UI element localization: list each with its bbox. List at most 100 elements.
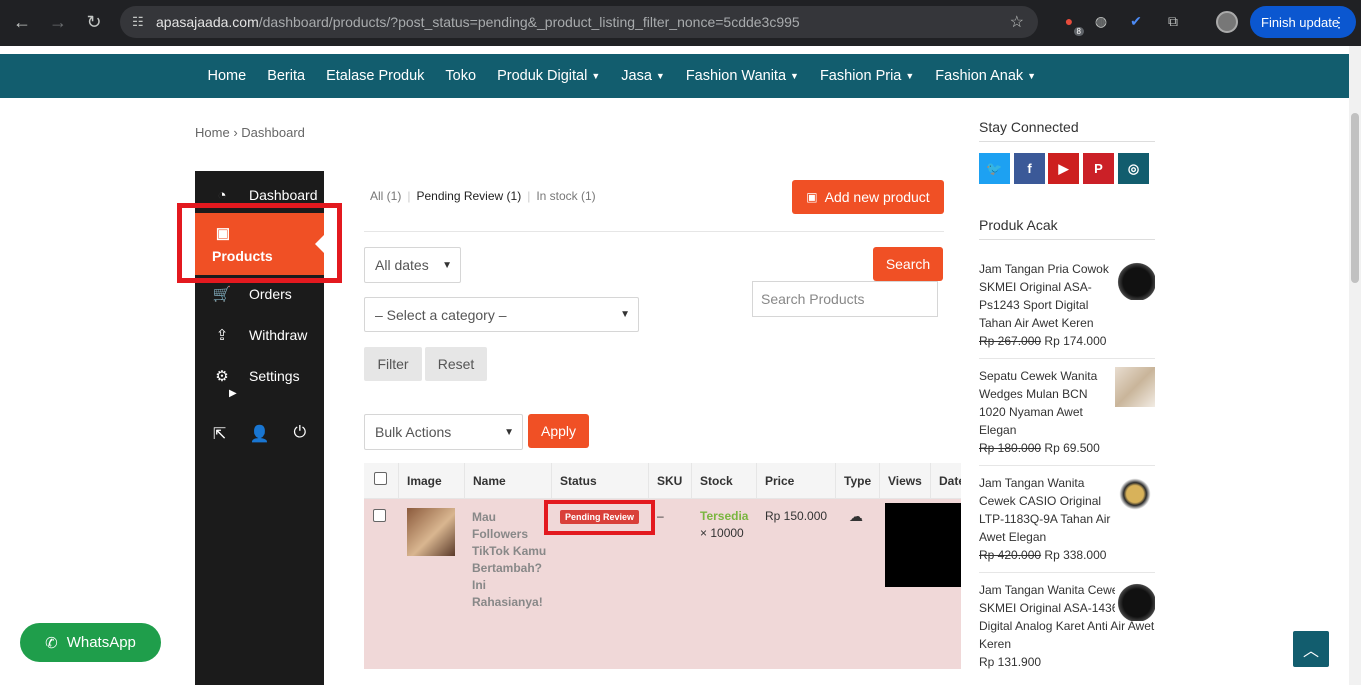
sidebar-product-item[interactable]: Jam Tangan Pria Cowok SKMEI Original ASA… (979, 260, 1155, 350)
nav-item-jasa[interactable]: Jasa ▼ (621, 68, 665, 84)
tab-in-stock[interactable]: In stock (1) (536, 189, 595, 203)
header-views[interactable]: Views (880, 463, 931, 499)
puzzle-icon[interactable]: ⧉ (1162, 10, 1184, 32)
product-name-link[interactable]: Mau Followers TikTok Kamu Bertambah? Ini… (472, 509, 550, 611)
header-type[interactable]: Type (836, 463, 880, 499)
tab-all[interactable]: All (1) (370, 189, 401, 203)
shield-extension-icon[interactable]: ✔ (1125, 10, 1147, 32)
menu-withdraw-label: Withdraw (249, 327, 308, 343)
sidebar-product-image[interactable] (1115, 260, 1155, 300)
sidebar-product-title[interactable]: Sepatu Cewek Wanita Wedges Mulan BCN 102… (979, 367, 1114, 439)
nav-item-fashion-wanita[interactable]: Fashion Wanita ▼ (686, 68, 799, 84)
cloud-icon: ☁ (849, 508, 863, 524)
filter-button-label: Filter (377, 356, 409, 372)
sidebar-product-image[interactable] (1115, 581, 1155, 621)
briefcase-icon: ▣ (806, 190, 818, 204)
instagram-icon[interactable]: ◎ (1118, 153, 1149, 184)
address-bar[interactable]: ☷ apasajaada.com/dashboard/products/?pos… (120, 6, 1038, 38)
sidebar-product-title[interactable]: Jam Tangan Wanita Cewek CASIO Original L… (979, 474, 1114, 546)
sidebar-product-item[interactable]: Jam Tangan Wanita Cewek CASIO Original L… (979, 474, 1155, 564)
nav-item-produk-digital[interactable]: Produk Digital ▼ (497, 68, 600, 84)
external-link-icon[interactable]: ⇱ (213, 424, 226, 444)
breadcrumb-home[interactable]: Home (195, 125, 230, 140)
menu-orders-label: Orders (249, 286, 292, 302)
header-sku[interactable]: SKU (649, 463, 692, 499)
whatsapp-button[interactable]: ✆ WhatsApp (20, 623, 161, 662)
dashboard-gauge-icon: ◔ (217, 186, 227, 204)
filter-button[interactable]: Filter (364, 347, 422, 381)
bulk-actions-select[interactable]: Bulk Actions ▼ (364, 414, 523, 450)
add-new-product-button[interactable]: ▣ Add new product (792, 180, 944, 214)
reload-icon[interactable]: ↻ (76, 4, 112, 40)
profile-avatar[interactable] (1216, 11, 1238, 33)
category-select[interactable]: – Select a category – ▼ (364, 297, 639, 332)
header-image[interactable]: Image (399, 463, 465, 499)
extension-badge: 8 (1073, 27, 1084, 36)
upload-icon: ⇪ (215, 327, 229, 344)
nav-item-fashion-anak[interactable]: Fashion Anak ▼ (935, 68, 1036, 84)
back-icon[interactable]: ← (4, 4, 40, 40)
sidebar-product-old-price: Rp 180.000 (979, 441, 1042, 455)
url-host: apasajaada.com (156, 14, 259, 30)
header-name[interactable]: Name (465, 463, 552, 499)
select-all-checkbox[interactable] (374, 472, 387, 485)
whatsapp-label: WhatsApp (66, 634, 136, 651)
nav-item-etalase-produk[interactable]: Etalase Produk (326, 68, 424, 84)
sidebar-product-item[interactable]: Sepatu Cewek Wanita Wedges Mulan BCN 102… (979, 367, 1155, 457)
sidebar-product-image[interactable] (1115, 367, 1155, 407)
sidebar-product-title[interactable]: Jam Tangan Pria Cowok SKMEI Original ASA… (979, 260, 1114, 332)
reset-button[interactable]: Reset (425, 347, 487, 381)
sidebar-product-item[interactable]: Jam Tangan Wanita Cewek SKMEI Original A… (979, 581, 1155, 671)
globe-extension-icon[interactable]: ◍ (1090, 10, 1112, 32)
search-button[interactable]: Search (873, 247, 943, 281)
breadcrumb-current: Dashboard (241, 125, 305, 140)
row-checkbox[interactable] (373, 509, 386, 522)
finish-update-button[interactable]: Finish update ⋮ (1250, 6, 1356, 38)
caret-down-icon: ▼ (591, 71, 601, 81)
dates-select-value: All dates (375, 257, 429, 273)
nav-item-home[interactable]: Home (208, 68, 247, 84)
submenu-caret-icon[interactable]: ▶ (229, 388, 237, 399)
header-stock[interactable]: Stock (692, 463, 757, 499)
apply-button[interactable]: Apply (528, 414, 589, 448)
pinterest-icon[interactable]: P (1083, 153, 1114, 184)
caret-down-icon: ▼ (790, 71, 799, 81)
browser-toolbar: ← → ↻ ☷ apasajaada.com/dashboard/product… (0, 0, 1361, 46)
nav-item-label: Home (207, 68, 247, 84)
site-info-icon[interactable]: ☷ (132, 14, 156, 30)
tab-pending-review[interactable]: Pending Review (1) (416, 189, 521, 203)
header-date[interactable]: Date (931, 463, 961, 499)
forward-icon[interactable]: → (40, 4, 76, 40)
price-value: Rp 150.000 (765, 509, 828, 523)
menu-withdraw[interactable]: ⇪ Withdraw (195, 318, 324, 352)
sidebar-product-price: Rp 338.000 (1044, 548, 1107, 562)
sidebar-product-image[interactable] (1115, 474, 1155, 514)
site-navigation: Home Berita Etalase Produk Toko Produk Digit… (0, 54, 1349, 98)
extension-icon[interactable]: ● 8 (1058, 10, 1084, 36)
nav-item-fashion-pria[interactable]: Fashion Pria ▼ (820, 68, 914, 84)
bookmark-star-icon[interactable]: ☆ (1010, 12, 1024, 32)
youtube-icon[interactable]: ▶ (1048, 153, 1079, 184)
scrollbar-thumb[interactable] (1351, 113, 1359, 283)
header-price[interactable]: Price (757, 463, 836, 499)
twitter-icon[interactable]: 🐦 (979, 153, 1010, 184)
sidebar-product-old-price: Rp 267.000 (979, 334, 1042, 348)
product-separator (979, 465, 1155, 466)
breadcrumb-separator: › (233, 125, 238, 140)
products-highlight-box (177, 203, 342, 283)
header-status[interactable]: Status (552, 463, 649, 499)
more-icon: ⋮ (1332, 13, 1346, 30)
search-products-input[interactable]: Search Products (752, 281, 938, 317)
user-icon[interactable]: 👤 (250, 424, 270, 444)
power-icon[interactable]: ⏻ (294, 424, 307, 444)
nav-item-berita[interactable]: Berita (267, 68, 305, 84)
caret-down-icon: ▼ (655, 71, 665, 81)
dates-select[interactable]: All dates ▼ (364, 247, 461, 283)
search-button-label: Search (885, 256, 931, 272)
facebook-icon[interactable]: f (1014, 153, 1045, 184)
back-to-top-button[interactable]: ︿ (1293, 631, 1329, 667)
product-thumbnail[interactable] (407, 508, 455, 556)
nav-item-toko[interactable]: Toko (445, 68, 476, 84)
menu-settings[interactable]: ⚙ Settings (195, 359, 324, 393)
product-separator (979, 358, 1155, 359)
